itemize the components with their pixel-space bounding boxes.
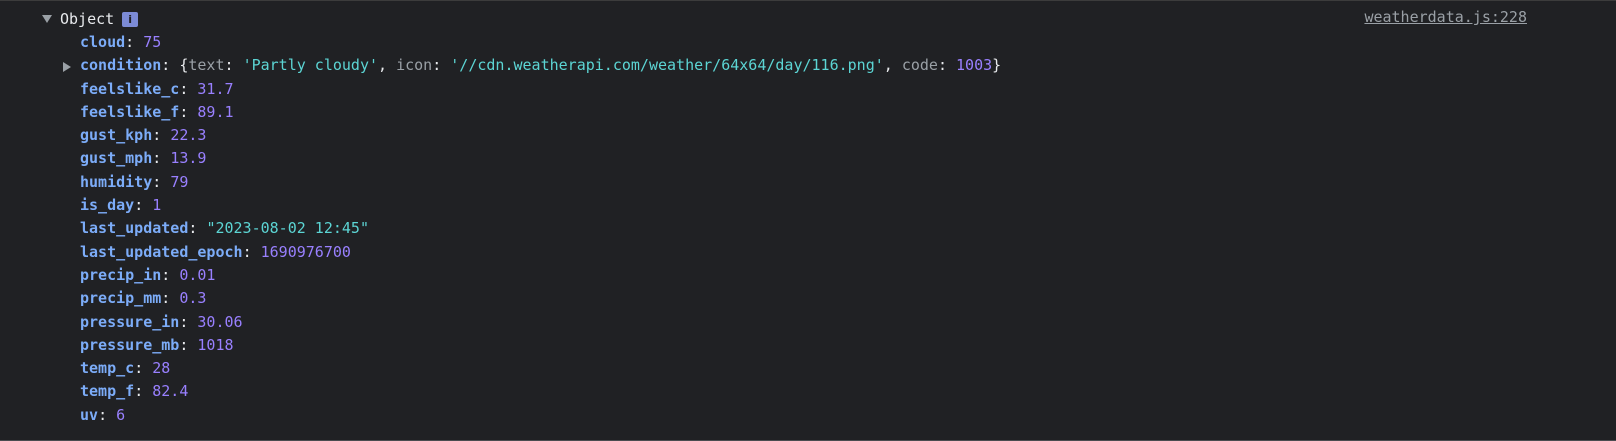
property-value: 30.06 (197, 312, 243, 331)
property-row[interactable]: last_updated_epoch: 1690976700 (0, 241, 1616, 264)
property-key: gust_mph (80, 149, 153, 168)
property-key: precip_mm (80, 289, 162, 308)
sub-key: code (901, 56, 938, 75)
expand-triangle-icon[interactable] (63, 62, 71, 73)
property-value: 22.3 (170, 126, 207, 145)
property-value: 89.1 (197, 102, 234, 121)
sub-value: 1003 (956, 56, 993, 75)
property-row[interactable]: gust_mph: 13.9 (0, 147, 1616, 170)
property-key: temp_c (80, 359, 135, 378)
property-key: pressure_mb (80, 335, 180, 354)
object-label: Object (60, 10, 115, 28)
property-row-condition[interactable]: condition: {text: 'Partly cloudy', icon:… (0, 54, 1616, 77)
property-value: 75 (143, 33, 162, 51)
property-value: 79 (170, 172, 189, 191)
property-value: 1018 (197, 335, 234, 354)
object-toggle[interactable]: Object i (42, 8, 139, 30)
property-value: 0.01 (179, 265, 216, 284)
property-key: last_updated (80, 219, 189, 238)
property-key: gust_kph (80, 126, 153, 145)
sub-key: text (188, 56, 225, 75)
property-value: 0.3 (179, 289, 207, 308)
property-row[interactable]: gust_kph: 22.3 (0, 124, 1616, 147)
property-row[interactable]: temp_f: 82.4 (0, 380, 1616, 403)
property-value: 82.4 (152, 382, 189, 401)
property-value: "2023-08-02 12:45" (206, 219, 369, 238)
property-value: 6 (116, 405, 126, 424)
property-key: pressure_in (80, 312, 180, 331)
property-key: condition (80, 56, 162, 75)
sub-value: 'Partly cloudy' (242, 56, 379, 75)
property-key: precip_in (80, 265, 162, 284)
property-row[interactable]: precip_in: 0.01 (0, 264, 1616, 287)
sub-key: icon (396, 56, 433, 75)
property-key: humidity (80, 172, 153, 191)
source-link[interactable]: weatherdata.js:228 (1364, 8, 1527, 26)
property-key: is_day (80, 196, 135, 215)
property-row[interactable]: is_day: 1 (0, 194, 1616, 217)
sub-value: '//cdn.weatherapi.com/weather/64x64/day/… (450, 56, 884, 75)
property-row[interactable]: temp_c: 28 (0, 357, 1616, 380)
property-row[interactable]: feelslike_c: 31.7 (0, 78, 1616, 101)
property-value: 31.7 (197, 79, 234, 98)
console-panel: Object i weatherdata.js:228 cloud: 75 co… (0, 0, 1616, 441)
property-row[interactable]: uv: 6 (0, 404, 1616, 427)
property-key: temp_f (80, 382, 135, 401)
property-value: 28 (152, 359, 171, 378)
property-key: uv (80, 405, 99, 424)
property-row[interactable]: humidity: 79 (0, 171, 1616, 194)
expand-triangle-icon[interactable] (42, 15, 52, 23)
property-row[interactable]: precip_mm: 0.3 (0, 287, 1616, 310)
property-key: feelslike_f (80, 102, 180, 121)
property-row[interactable]: feelslike_f: 89.1 (0, 101, 1616, 124)
property-row[interactable]: cloud: 75 (0, 31, 1616, 54)
property-value: 1 (152, 196, 162, 215)
property-row[interactable]: pressure_mb: 1018 (0, 334, 1616, 357)
property-list: cloud: 75 condition: {text: 'Partly clou… (0, 31, 1616, 427)
property-key: cloud (80, 33, 126, 51)
info-icon[interactable]: i (122, 11, 139, 27)
property-value: 13.9 (170, 149, 207, 168)
property-row[interactable]: pressure_in: 30.06 (0, 311, 1616, 334)
property-row[interactable]: last_updated: "2023-08-02 12:45" (0, 217, 1616, 240)
property-key: last_updated_epoch (80, 242, 243, 261)
property-key: feelslike_c (80, 79, 180, 98)
property-value: 1690976700 (260, 242, 351, 261)
